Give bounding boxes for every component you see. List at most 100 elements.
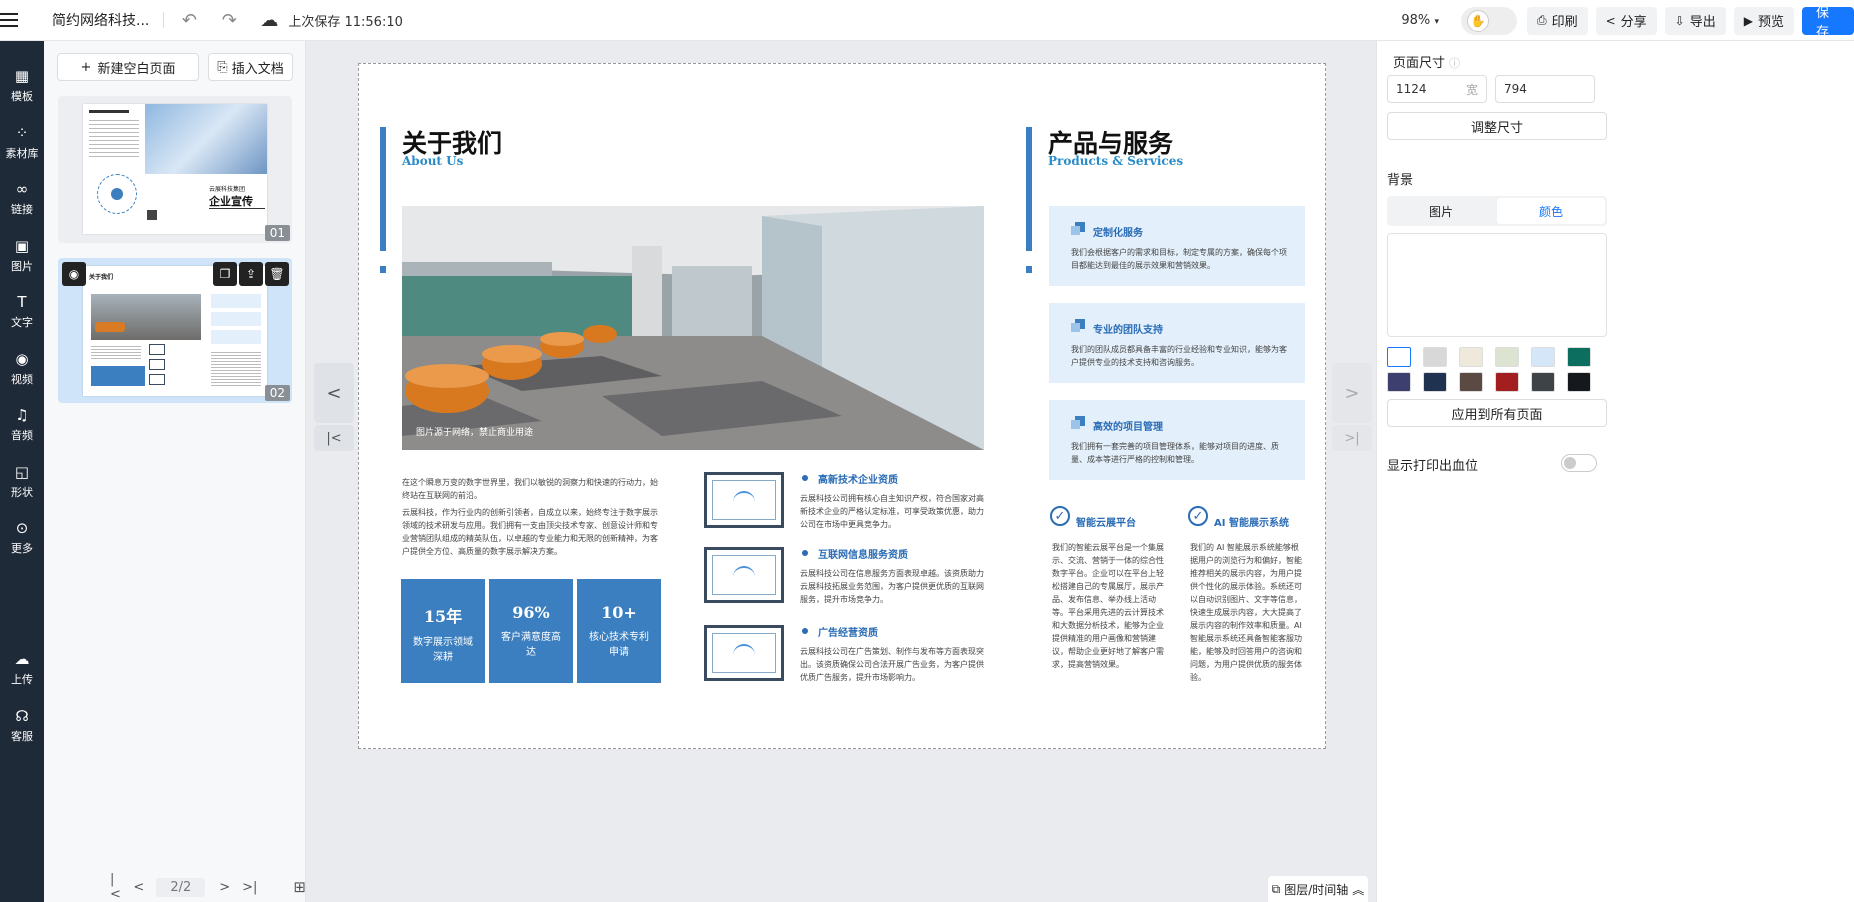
- service-card[interactable]: 专业的团队支持 我们的团队成员都具备丰富的行业经验和专业知识，能够为客户提供专业…: [1049, 303, 1305, 383]
- height-input[interactable]: 794: [1495, 75, 1595, 103]
- sidebar-item-shape[interactable]: ◱ 形状: [0, 463, 44, 500]
- qualification-text[interactable]: 云展科技公司在广告策划、制作与发布等方面表现突出。该资质确保公司合法开展广告业务…: [800, 645, 986, 684]
- save-button[interactable]: 保存: [1802, 6, 1854, 40]
- hand-mode-toggle[interactable]: ✋: [1460, 6, 1517, 35]
- accent-square: [1026, 266, 1032, 273]
- undo-icon[interactable]: ↶: [178, 9, 200, 31]
- new-blank-page-button[interactable]: + 新建空白页面: [57, 53, 199, 81]
- platform-text[interactable]: 我们的智能云展平台是一个集展示、交流、营销于一体的综合性数字平台。企业可以在平台…: [1052, 541, 1168, 671]
- color-swatch[interactable]: [1459, 372, 1483, 392]
- page-thumbnail-01[interactable]: 云展科技集团 企业宣传 01: [58, 96, 292, 243]
- zoom-dropdown[interactable]: 98% ▾: [1401, 13, 1439, 28]
- sidebar-item-template[interactable]: ▦ 模板: [0, 67, 44, 104]
- certificate-image[interactable]: [704, 625, 784, 681]
- about-paragraph-1[interactable]: 在这个瞬息万变的数字世界里，我们以敏锐的洞察力和快速的行动力，始终站在互联网的前…: [402, 476, 662, 502]
- width-unit: 宽: [1465, 82, 1478, 97]
- tab-color[interactable]: 颜色: [1497, 198, 1605, 224]
- design-page[interactable]: 关于我们 About Us 图片源于网络，禁止商业用途 在这个瞬息万变的数字世界…: [358, 63, 1326, 749]
- about-subtitle[interactable]: About Us: [402, 154, 463, 168]
- layers-icon: ⧉: [1271, 881, 1281, 896]
- service-card[interactable]: 高效的项目管理 我们拥有一套完善的项目管理体系，能够对项目的进度、质量、成本等进…: [1049, 400, 1305, 480]
- bleed-toggle[interactable]: [1561, 454, 1597, 472]
- document-title[interactable]: 简约网络科技...: [52, 10, 149, 30]
- sidebar-item-material[interactable]: ⁘ 素材库: [0, 124, 44, 161]
- thumb-rule: [209, 208, 265, 209]
- background-tabs: 图片 颜色: [1387, 196, 1607, 226]
- products-subtitle[interactable]: Products & Services: [1048, 154, 1183, 168]
- color-swatch[interactable]: [1531, 347, 1555, 367]
- sidebar-item-support[interactable]: ☊ 客服: [0, 707, 44, 744]
- sidebar-item-image[interactable]: ▣ 图片: [0, 237, 44, 274]
- camera-icon[interactable]: ◉: [62, 262, 86, 286]
- color-swatch[interactable]: [1495, 347, 1519, 367]
- stat-card[interactable]: 15年 数字展示领域深耕: [401, 579, 485, 683]
- sidebar-item-audio[interactable]: ♫ 音频: [0, 406, 44, 443]
- page-indicator[interactable]: 2/2: [156, 877, 206, 897]
- last-page-icon[interactable]: >|: [242, 880, 257, 895]
- bleed-label: 显示打印出血位: [1387, 459, 1479, 474]
- color-swatch[interactable]: [1495, 372, 1519, 392]
- layers-timeline-button[interactable]: ⧉ 图层/时间轴 ︽: [1268, 876, 1368, 902]
- move-icon[interactable]: ⇪: [239, 262, 263, 286]
- next-page-icon[interactable]: >: [219, 880, 230, 895]
- about-paragraph-2[interactable]: 云展科技，作为行业内的创新引领者，自成立以来，始终专注于数字展示领域的技术研发与…: [402, 506, 662, 558]
- qualification-title[interactable]: 广告经营资质: [818, 624, 878, 639]
- delete-icon[interactable]: 🗑: [265, 262, 289, 286]
- thumb-service-box: [211, 312, 261, 326]
- apply-all-pages-button[interactable]: 应用到所有页面: [1387, 399, 1607, 427]
- qualification-text[interactable]: 云展科技公司拥有核心自主知识产权，符合国家对高新技术企业的严格认定标准，可享受政…: [800, 492, 986, 531]
- color-picker-area[interactable]: [1387, 233, 1607, 337]
- prev-page-arrow[interactable]: <: [314, 363, 354, 423]
- preview-button[interactable]: ▶ 预览: [1733, 6, 1794, 35]
- resize-button[interactable]: 调整尺寸: [1387, 112, 1607, 140]
- text-icon: T: [17, 293, 27, 311]
- copy-icon[interactable]: ❐: [213, 262, 237, 286]
- redo-icon[interactable]: ↷: [218, 9, 240, 31]
- share-button[interactable]: < 分享: [1595, 6, 1657, 35]
- sidebar-item-more[interactable]: ⊙ 更多: [0, 519, 44, 556]
- thumb-stats: [91, 366, 145, 386]
- tab-image[interactable]: 图片: [1387, 196, 1495, 226]
- color-swatch[interactable]: [1423, 372, 1447, 392]
- platform-text[interactable]: 我们的 AI 智能展示系统能够根据用户的浏览行为和偏好，智能推荐相关的展示内容，…: [1190, 541, 1306, 684]
- stat-card[interactable]: 10+ 核心技术专利申请: [577, 579, 661, 683]
- prev-page-icon[interactable]: <: [133, 880, 144, 895]
- print-button[interactable]: ⎙ 印刷: [1526, 6, 1588, 35]
- color-swatch[interactable]: [1387, 347, 1411, 367]
- sidebar-item-text[interactable]: T 文字: [0, 293, 44, 330]
- insert-document-button[interactable]: ⎘ 插入文档: [208, 53, 293, 81]
- insert-doc-label: 插入文档: [231, 61, 284, 77]
- sidebar-item-label: 形状: [11, 486, 33, 499]
- sidebar-item-link[interactable]: ∞ 链接: [0, 180, 44, 217]
- page-thumbnail-02[interactable]: 关于我们 ◉ ❐ ⇪ 🗑 02: [58, 258, 292, 403]
- color-swatch[interactable]: [1459, 347, 1483, 367]
- color-swatch[interactable]: [1567, 372, 1591, 392]
- certificate-image[interactable]: [704, 472, 784, 528]
- grid-view-icon[interactable]: ⊞: [293, 878, 306, 896]
- sidebar-item-video[interactable]: ◉ 视频: [0, 350, 44, 387]
- color-swatch[interactable]: [1567, 347, 1591, 367]
- export-button[interactable]: ⇩ 导出: [1664, 6, 1726, 35]
- thumb-service-box: [211, 294, 261, 308]
- sidebar-item-upload[interactable]: ☁ 上传: [0, 650, 44, 687]
- platform-title[interactable]: 智能云展平台: [1076, 514, 1136, 529]
- service-card[interactable]: 定制化服务 我们会根据客户的需求和目标，制定专属的方案，确保每个项目都能达到最佳…: [1049, 206, 1305, 286]
- certificate-image[interactable]: [704, 547, 784, 603]
- qualification-text[interactable]: 云展科技公司在信息服务方面表现卓越。该资质助力云展科技拓展业务范围，为客户提供更…: [800, 567, 986, 606]
- office-photo[interactable]: 图片源于网络，禁止商业用途: [402, 206, 984, 450]
- divider: [163, 12, 165, 28]
- next-page-arrow[interactable]: >: [1332, 363, 1372, 423]
- color-swatch[interactable]: [1387, 372, 1411, 392]
- thumb-qrcode: [147, 210, 157, 220]
- color-swatch[interactable]: [1423, 347, 1447, 367]
- width-input[interactable]: 1124 宽: [1387, 75, 1487, 103]
- first-page-icon[interactable]: |<: [110, 872, 121, 902]
- qualification-title[interactable]: 互联网信息服务资质: [818, 546, 908, 561]
- qualification-title[interactable]: 高新技术企业资质: [818, 471, 898, 486]
- first-page-arrow[interactable]: |<: [314, 425, 354, 451]
- platform-title[interactable]: AI 智能展示系统: [1214, 514, 1289, 529]
- menu-icon[interactable]: [0, 13, 18, 27]
- stat-card[interactable]: 96% 客户满意度高达: [489, 579, 573, 683]
- last-page-arrow[interactable]: >|: [1332, 425, 1372, 451]
- color-swatch[interactable]: [1531, 372, 1555, 392]
